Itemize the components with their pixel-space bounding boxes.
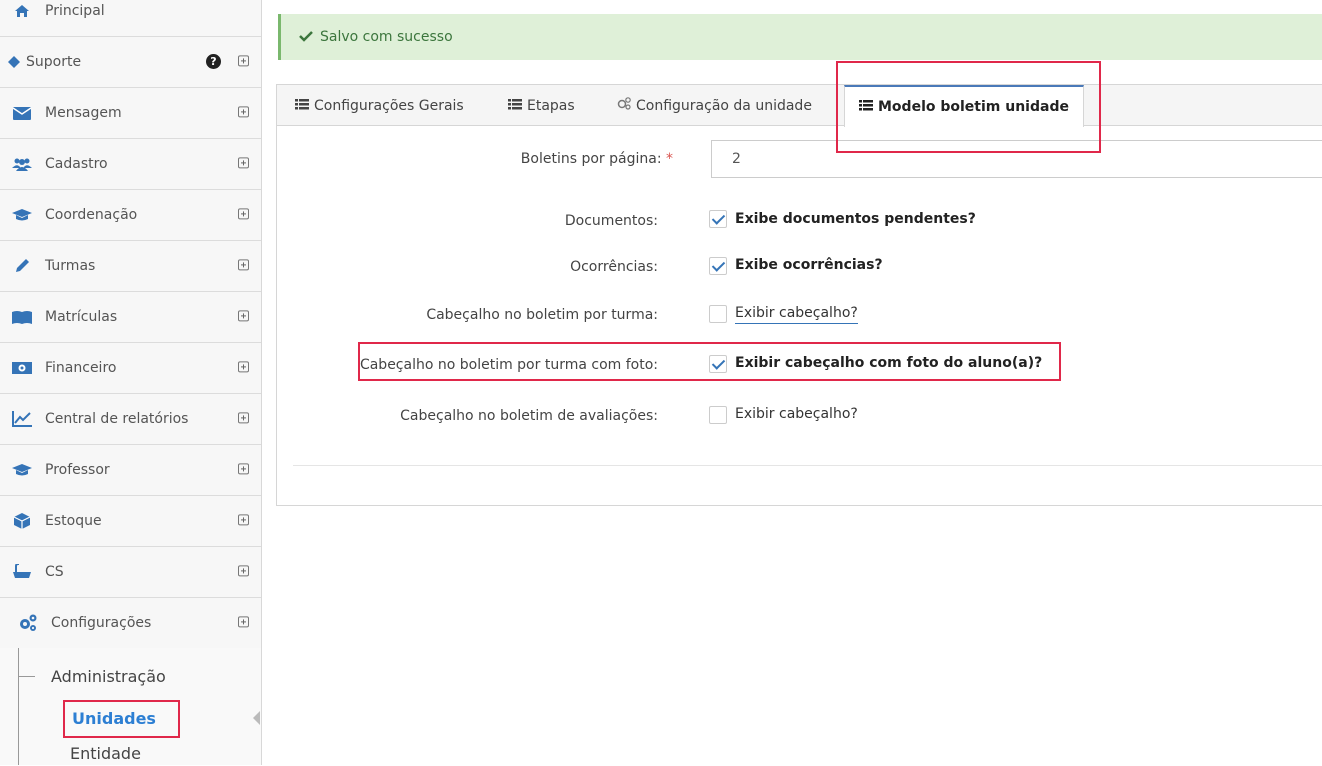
expand-icon[interactable] [238, 310, 249, 322]
graduation-cap-icon [12, 207, 32, 223]
ocorrencias-label: Ocorrências: [570, 259, 658, 275]
sidebar-item-coordenacao[interactable]: Coordenação [0, 190, 261, 241]
money-icon [12, 360, 32, 376]
ocorrencias-checkbox-label[interactable]: Exibe ocorrências? [735, 257, 883, 273]
sidebar-item-turmas[interactable]: Turmas [0, 241, 261, 292]
ocorrencias-checkbox[interactable] [709, 257, 727, 275]
sidebar-item-unidades[interactable]: Unidades [63, 700, 180, 738]
pencil-icon [12, 258, 32, 274]
sidebar: Principal Suporte ? Mensagem Cadastro Co… [0, 0, 262, 765]
tab-configuracao-unidade[interactable]: Configuração da unidade [617, 85, 812, 126]
expand-icon[interactable] [238, 361, 249, 373]
tab-bar: Configurações Gerais Etapas Configuração… [277, 85, 1322, 127]
boletins-label: Boletins por página: * [520, 151, 673, 167]
expand-icon[interactable] [238, 106, 249, 118]
sidebar-item-cadastro[interactable]: Cadastro [0, 139, 261, 190]
help-icon[interactable]: ? [206, 54, 221, 69]
sidebar-item-label: Suporte [26, 54, 82, 70]
sidebar-item-label: Coordenação [45, 207, 138, 223]
documentos-checkbox-label[interactable]: Exibe documentos pendentes? [735, 211, 976, 227]
sidebar-item-label: Matrículas [45, 309, 118, 325]
tab-label: Configurações Gerais [314, 97, 464, 114]
cabecalho-avaliacoes-checkbox[interactable] [709, 406, 727, 424]
main-content: Salvo com sucesso Configurações Gerais E… [262, 0, 1322, 765]
list-icon [508, 98, 522, 114]
sidebar-item-label: CS [45, 564, 64, 580]
cube-icon [12, 513, 32, 529]
users-icon [12, 156, 32, 172]
envelope-icon [12, 105, 32, 121]
tab-configuracoes-gerais[interactable]: Configurações Gerais [295, 85, 464, 126]
tab-etapas[interactable]: Etapas [508, 85, 575, 126]
sidebar-item-label: Principal [45, 3, 105, 19]
success-alert: Salvo com sucesso [278, 14, 1322, 60]
sidebar-item-label: Administração [51, 667, 166, 686]
sidebar-item-label: Cadastro [45, 156, 108, 172]
sidebar-item-matriculas[interactable]: Matrículas [0, 292, 261, 343]
graduation-cap-icon [12, 462, 32, 478]
form-divider [293, 465, 1322, 466]
sidebar-item-administracao[interactable]: Administração [0, 662, 261, 692]
expand-icon[interactable] [238, 259, 249, 271]
sidebar-item-label: Entidade [70, 744, 141, 763]
expand-icon[interactable] [238, 463, 249, 475]
expand-icon[interactable] [238, 514, 249, 526]
sidebar-item-label: Estoque [45, 513, 102, 529]
expand-icon[interactable] [238, 565, 249, 577]
home-icon [12, 3, 32, 19]
gears-icon [617, 97, 631, 114]
tab-label: Configuração da unidade [636, 97, 812, 114]
cabecalho-turma-checkbox-label[interactable]: Exibir cabeçalho? [735, 305, 858, 324]
sidebar-item-professor[interactable]: Professor [0, 445, 261, 496]
expand-icon[interactable] [238, 208, 249, 220]
sidebar-item-cs[interactable]: CS [0, 547, 261, 598]
expand-icon[interactable] [238, 157, 249, 169]
expand-icon[interactable] [238, 616, 249, 628]
sidebar-item-principal[interactable]: Principal [0, 0, 261, 37]
documentos-label: Documentos: [564, 213, 658, 229]
check-icon [299, 30, 313, 46]
cabecalho-avaliacoes-checkbox-label[interactable]: Exibir cabeçalho? [735, 406, 858, 422]
sidebar-item-configuracoes[interactable]: Configurações [0, 598, 261, 649]
chart-icon [12, 411, 32, 427]
documentos-checkbox[interactable] [709, 210, 727, 228]
sidebar-item-label: Professor [45, 462, 110, 478]
sidebar-item-mensagem[interactable]: Mensagem [0, 88, 261, 139]
sidebar-item-label: Mensagem [45, 105, 122, 121]
sidebar-item-suporte[interactable]: Suporte ? [0, 37, 261, 88]
highlight-box [836, 61, 1101, 153]
highlight-box [358, 342, 1061, 381]
input-value: 2 [732, 151, 741, 167]
expand-icon[interactable] [238, 412, 249, 424]
bath-icon [12, 564, 32, 580]
sidebar-item-label: Unidades [72, 709, 156, 728]
list-icon [295, 98, 309, 114]
sidebar-item-label: Financeiro [45, 360, 117, 376]
sidebar-item-estoque[interactable]: Estoque [0, 496, 261, 547]
sidebar-item-label: Turmas [45, 258, 96, 274]
sidebar-item-entidade[interactable]: Entidade [70, 744, 250, 766]
diamond-icon [4, 54, 24, 70]
tab-label: Etapas [527, 97, 575, 114]
alert-message: Salvo com sucesso [320, 29, 453, 45]
expand-icon[interactable] [238, 55, 249, 67]
sidebar-item-label: Central de relatórios [45, 411, 189, 427]
cabecalho-avaliacoes-label: Cabeçalho no boletim de avaliações: [400, 408, 658, 424]
book-icon [12, 309, 32, 325]
sidebar-item-financeiro[interactable]: Financeiro [0, 343, 261, 394]
sidebar-item-central-relatorios[interactable]: Central de relatórios [0, 394, 261, 445]
cabecalho-turma-label: Cabeçalho no boletim por turma: [426, 307, 658, 323]
sidebar-collapse-arrow[interactable] [253, 711, 260, 725]
cabecalho-turma-checkbox[interactable] [709, 305, 727, 323]
settings-panel: Configurações Gerais Etapas Configuração… [276, 84, 1322, 506]
sidebar-item-label: Configurações [51, 615, 152, 631]
gears-icon [18, 614, 38, 631]
